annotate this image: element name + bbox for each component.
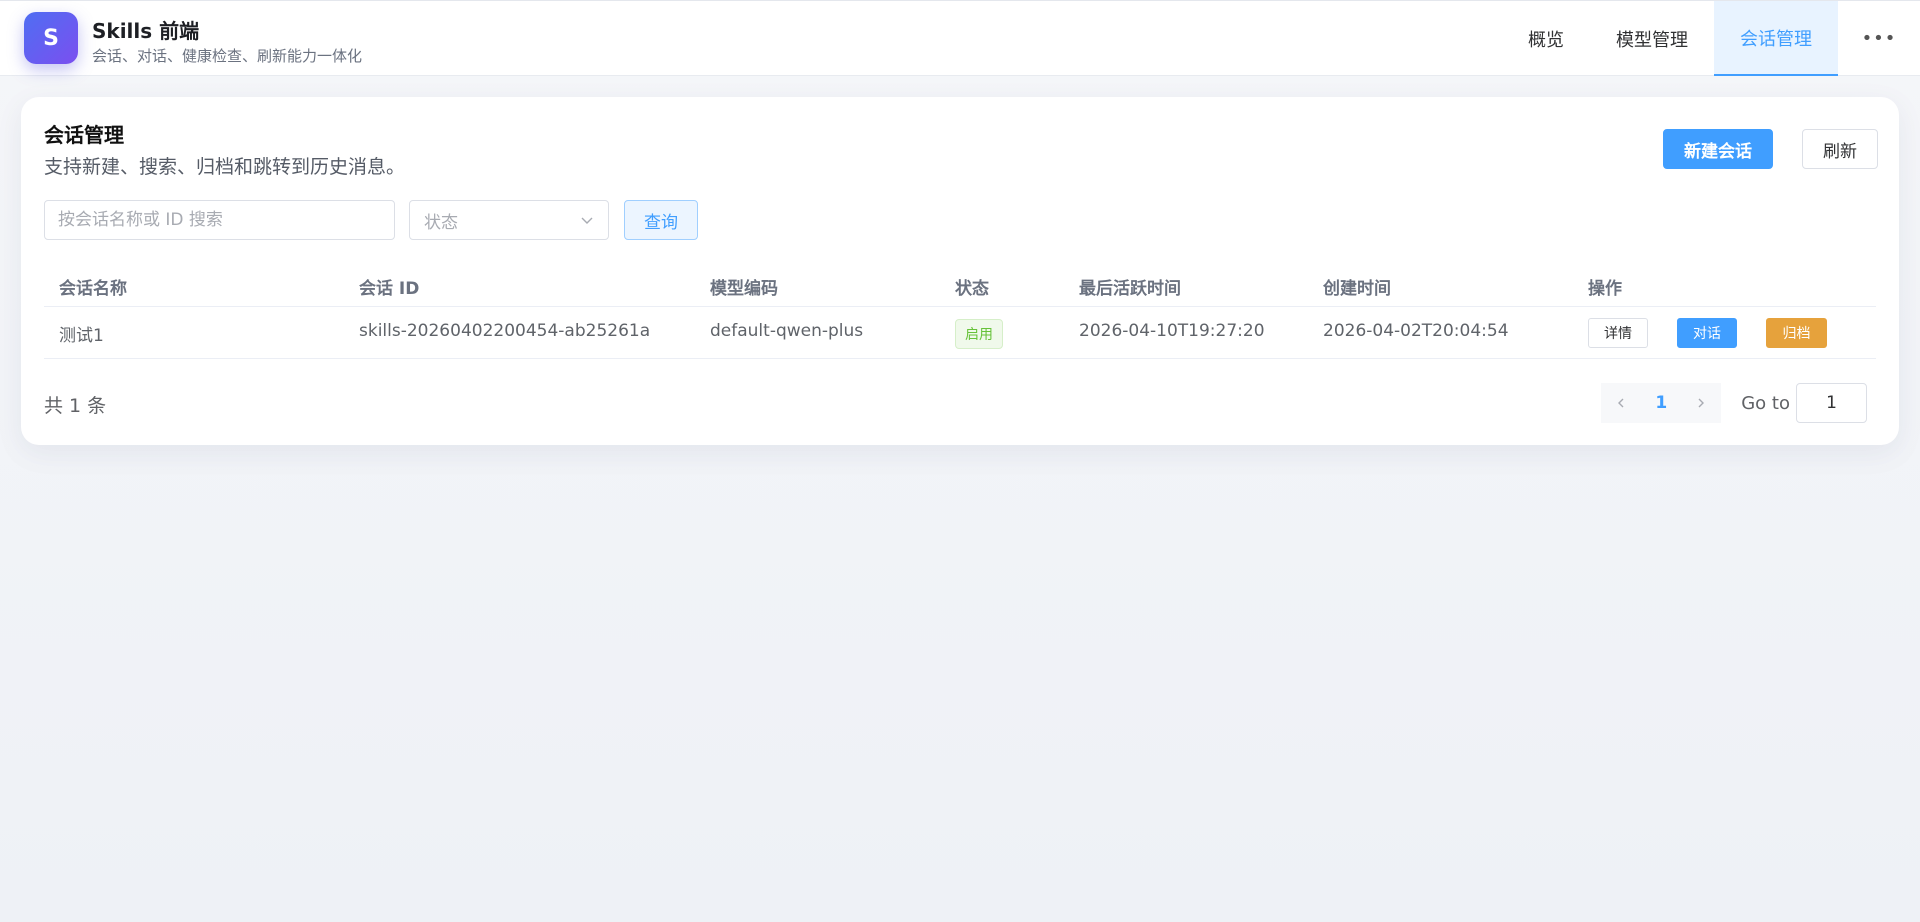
prev-page-button[interactable] [1601,383,1642,423]
status-badge: 启用 [955,319,1003,349]
goto-page-input[interactable] [1796,383,1867,423]
new-session-button[interactable]: 新建会话 [1663,129,1773,169]
chat-button[interactable]: 对话 [1677,318,1737,348]
page-number-1[interactable]: 1 [1641,383,1682,423]
chevron-right-icon [1698,398,1705,408]
app-logo[interactable]: S [24,12,78,64]
header-session-name: 会话名称 [59,279,127,299]
total-count: 共 1 条 [44,395,107,417]
top-nav: 概览 模型管理 会话管理 ••• [1502,1,1920,76]
table-header: 会话名称 会话 ID 模型编码 状态 最后活跃时间 创建时间 操作 [44,261,1876,307]
header-model-code: 模型编码 [710,279,778,299]
status-select-placeholder: 状态 [424,212,458,233]
header-created: 创建时间 [1323,279,1391,299]
cell-model-code: default-qwen-plus [710,321,864,341]
archive-button[interactable]: 归档 [1766,318,1827,348]
refresh-button[interactable]: 刷新 [1802,129,1878,169]
header-session-id: 会话 ID [359,279,420,299]
top-header: S Skills 前端 会话、对话、健康检查、刷新能力一体化 概览 模型管理 会… [0,0,1920,76]
cell-created: 2026-04-02T20:04:54 [1323,321,1509,341]
cell-last-active: 2026-04-10T19:27:20 [1079,321,1265,341]
more-menu-icon[interactable]: ••• [1838,1,1920,76]
query-button[interactable]: 查询 [624,200,698,240]
header-status: 状态 [955,279,989,299]
header-actions: 操作 [1588,279,1622,299]
status-select[interactable]: 状态 [409,200,609,240]
header-last-active: 最后活跃时间 [1079,279,1181,299]
table-row[interactable]: 测试1 skills-20260402200454-ab25261a defau… [44,307,1876,359]
nav-item-model-management[interactable]: 模型管理 [1590,1,1714,76]
session-table: 会话名称 会话 ID 模型编码 状态 最后活跃时间 创建时间 操作 测试1 sk… [44,261,1876,359]
nav-item-overview[interactable]: 概览 [1502,1,1590,76]
search-input[interactable] [44,200,395,240]
chevron-down-icon [581,217,593,224]
app-subtitle: 会话、对话、健康检查、刷新能力一体化 [92,47,363,65]
app-title: Skills 前端 [92,19,200,43]
next-page-button[interactable] [1681,383,1722,423]
goto-label: Go to [1741,392,1790,414]
chevron-left-icon [1618,398,1624,408]
pagination: 1 Go to [1601,383,1867,423]
cell-session-name: 测试1 [59,326,104,346]
page-description: 支持新建、搜索、归档和跳转到历史消息。 [44,156,406,178]
detail-button[interactable]: 详情 [1588,318,1648,348]
nav-item-session-management[interactable]: 会话管理 [1714,1,1838,76]
cell-session-id: skills-20260402200454-ab25261a [359,321,651,341]
session-management-card: 会话管理 支持新建、搜索、归档和跳转到历史消息。 新建会话 刷新 状态 查询 会… [21,97,1899,445]
page-title: 会话管理 [44,123,124,147]
